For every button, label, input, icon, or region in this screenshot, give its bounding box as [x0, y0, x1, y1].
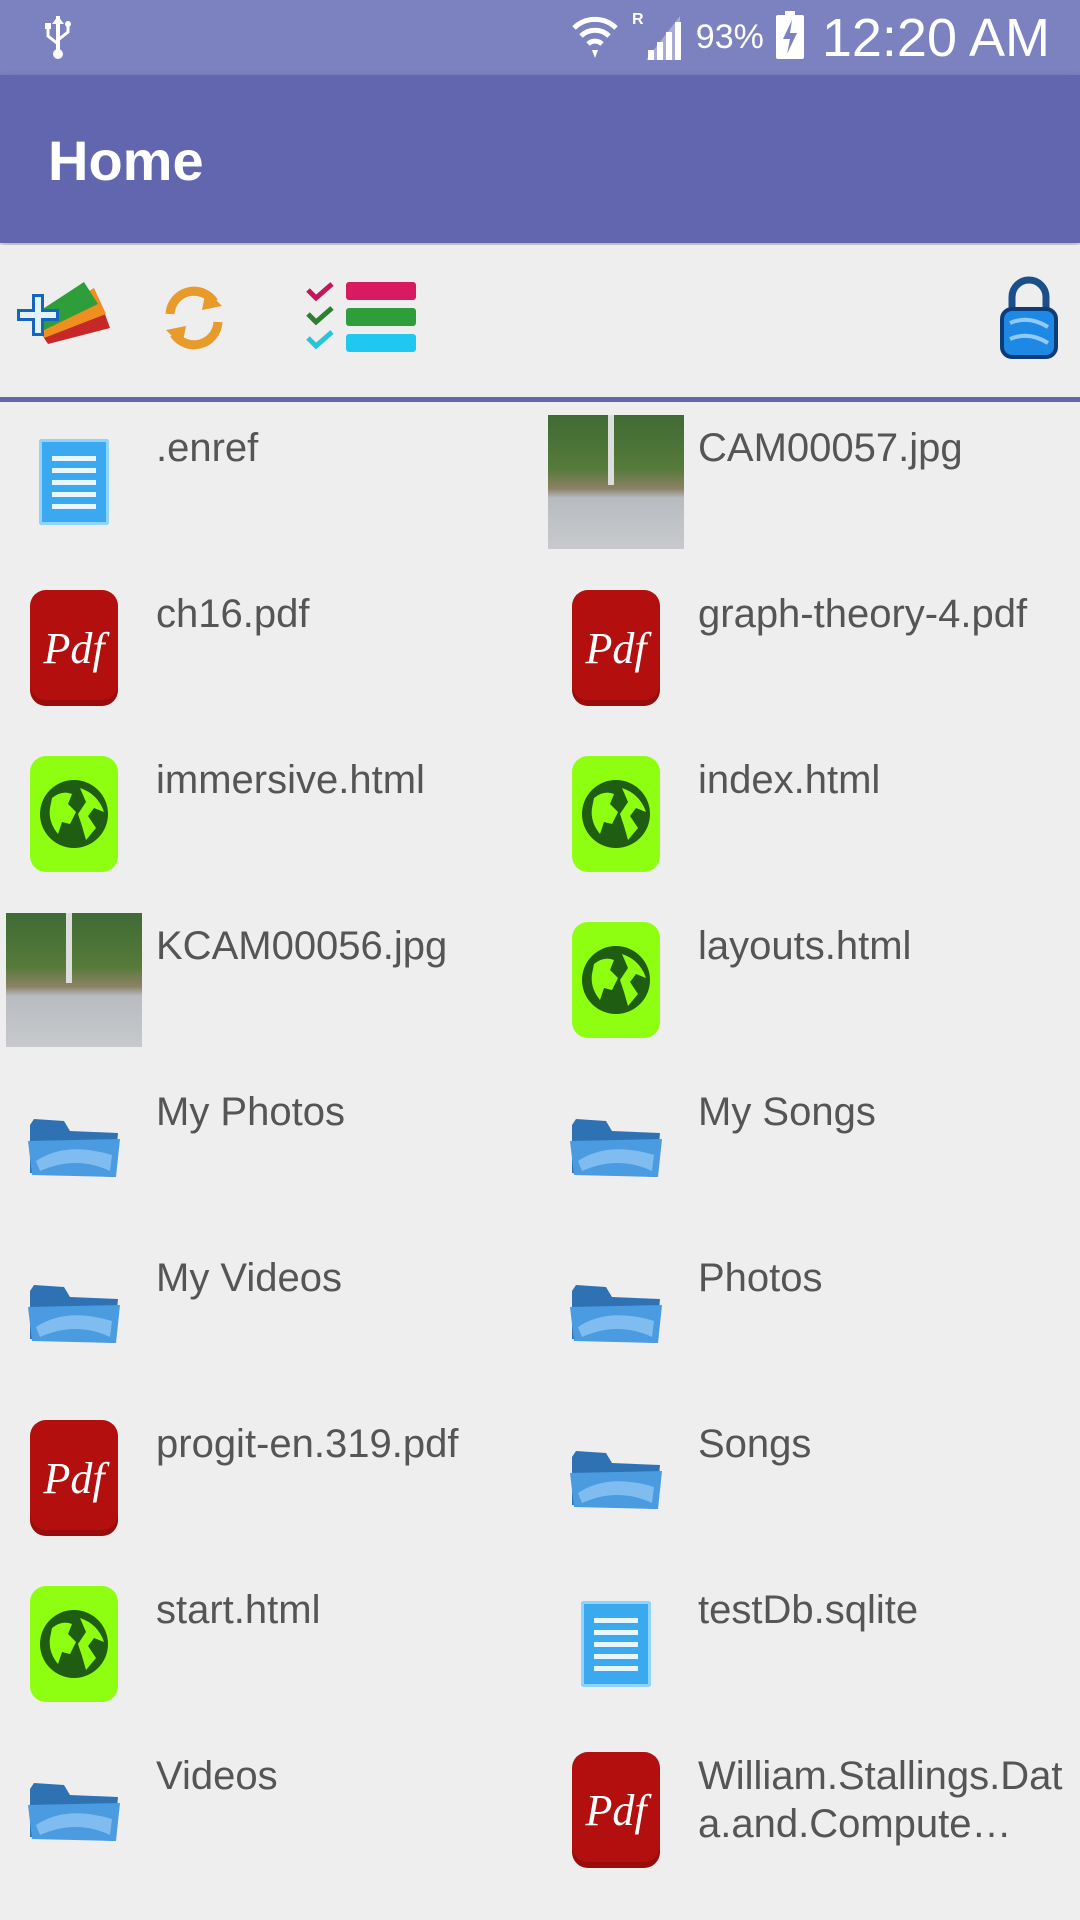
globe-icon — [546, 910, 686, 1050]
image-thumbnail — [4, 910, 144, 1050]
svg-text:R: R — [632, 11, 644, 28]
status-bar: R 93% 12:20 AM — [0, 0, 1080, 75]
pdf-label: Pdf — [572, 1752, 660, 1868]
file-name: My Photos — [156, 1090, 345, 1134]
file-name: start.html — [156, 1588, 321, 1632]
toolbar — [0, 245, 1080, 402]
wifi-icon — [570, 10, 620, 65]
file-item[interactable]: My Songs — [542, 1066, 1080, 1232]
pdf-icon: Pdf — [546, 578, 686, 718]
clock: 12:20 AM — [821, 7, 1050, 68]
file-item[interactable]: Videos — [0, 1730, 540, 1896]
folder-icon — [546, 1076, 686, 1216]
file-name: Songs — [698, 1422, 812, 1466]
file-item[interactable]: testDb.sqlite — [542, 1564, 1080, 1730]
file-item[interactable]: .enref — [0, 402, 540, 568]
lock-icon[interactable] — [998, 275, 1060, 366]
file-name: testDb.sqlite — [698, 1588, 919, 1632]
file-item[interactable]: index.html — [542, 734, 1080, 900]
file-name: KCAM00056.jpg — [156, 924, 448, 968]
battery-charging-icon — [775, 11, 804, 64]
file-item[interactable]: Pdf ch16.pdf — [0, 568, 540, 734]
file-name: index.html — [698, 758, 881, 802]
pdf-label: Pdf — [572, 590, 660, 706]
pdf-icon: Pdf — [4, 578, 144, 718]
file-name: William.Stallings.Data.and.Compute… — [698, 1754, 1063, 1846]
file-name: ch16.pdf — [156, 592, 310, 636]
file-item[interactable]: My Photos — [0, 1066, 540, 1232]
pdf-icon: Pdf — [546, 1740, 686, 1880]
battery-percent: 93% — [695, 18, 764, 56]
file-name: CAM00057.jpg — [698, 426, 963, 470]
file-name: My Songs — [698, 1090, 876, 1134]
file-item[interactable]: Photos — [542, 1232, 1080, 1398]
globe-icon — [546, 744, 686, 884]
file-name: .enref — [156, 426, 259, 470]
folder-icon — [546, 1408, 686, 1548]
image-thumbnail — [546, 412, 686, 552]
pdf-label: Pdf — [30, 590, 118, 706]
file-item[interactable]: My Videos — [0, 1232, 540, 1398]
document-icon — [546, 1574, 686, 1714]
file-item[interactable]: start.html — [0, 1564, 540, 1730]
page-title: Home — [48, 129, 204, 192]
file-name: graph-theory-4.pdf — [698, 592, 1028, 636]
file-item[interactable]: Pdf graph-theory-4.pdf — [542, 568, 1080, 734]
file-item[interactable]: Pdf William.Stallings.Data.and.Compute… — [542, 1730, 1080, 1896]
usb-icon — [42, 14, 74, 65]
file-name: Videos — [156, 1754, 278, 1798]
checklist-icon[interactable] — [306, 280, 418, 361]
refresh-icon[interactable] — [156, 280, 232, 361]
file-item[interactable]: Pdf progit-en.319.pdf — [0, 1398, 540, 1564]
file-item[interactable]: layouts.html — [542, 900, 1080, 1066]
add-files-icon[interactable] — [14, 280, 114, 355]
file-item[interactable]: immersive.html — [0, 734, 540, 900]
file-name: Photos — [698, 1256, 823, 1300]
roaming-signal-icon: R — [632, 8, 684, 67]
globe-icon — [4, 744, 144, 884]
folder-icon — [4, 1740, 144, 1880]
file-grid: .enref CAM00057.jpg Pdf ch16.pdf Pdf graph-th… — [0, 402, 1080, 1920]
file-item[interactable]: KCAM00056.jpg — [0, 900, 540, 1066]
file-name: immersive.html — [156, 758, 425, 802]
globe-icon — [4, 1574, 144, 1714]
file-item[interactable]: CAM00057.jpg — [542, 402, 1080, 568]
file-name: My Videos — [156, 1256, 343, 1300]
file-name: progit-en.319.pdf — [156, 1422, 459, 1466]
folder-icon — [546, 1242, 686, 1382]
pdf-label: Pdf — [30, 1420, 118, 1536]
document-icon — [4, 412, 144, 552]
pdf-icon: Pdf — [4, 1408, 144, 1548]
app-bar: Home — [0, 75, 1080, 243]
file-name: layouts.html — [698, 924, 912, 968]
folder-icon — [4, 1076, 144, 1216]
folder-icon — [4, 1242, 144, 1382]
file-item[interactable]: Songs — [542, 1398, 1080, 1564]
